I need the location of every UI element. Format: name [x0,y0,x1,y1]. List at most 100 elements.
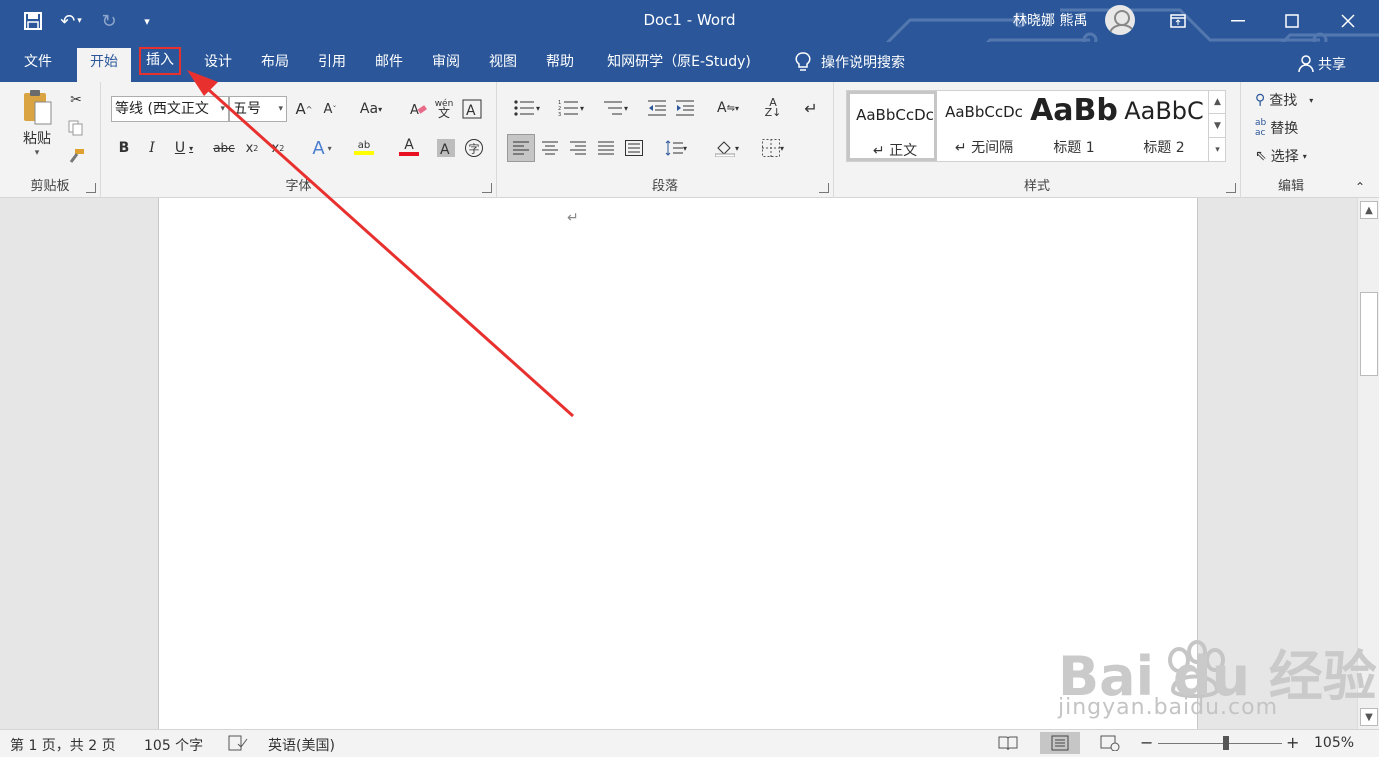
tab-layout[interactable]: 布局 [251,48,299,82]
superscript-icon[interactable]: x2 [267,136,289,160]
tab-home[interactable]: 开始 [77,48,131,82]
zoom-in-icon[interactable]: + [1286,733,1299,752]
gallery-down-icon[interactable]: ▼ [1209,114,1226,138]
style-no-spacing-sample: AaBbCcDc [945,103,1023,121]
tell-me-search[interactable]: 操作说明搜索 [795,52,905,72]
tab-estudy[interactable]: 知网研学（原E-Study) [594,48,764,82]
distributed-icon[interactable] [621,134,647,162]
phonetic-guide-icon[interactable]: wén 文 [433,97,455,121]
show-formatting-marks-icon[interactable]: ↵ [799,96,823,120]
highlight-icon[interactable]: ab [345,134,383,160]
change-case-icon[interactable]: Aa ▾ [355,97,387,121]
multilevel-list-icon[interactable]: ▾ [595,96,635,120]
shrink-font-icon[interactable]: Aˇ [319,97,341,121]
style-no-spacing[interactable]: AaBbCcDc ↵ 无间隔 [939,91,1029,161]
font-size-combo[interactable]: 五号 ▾ [229,96,287,122]
align-right-icon[interactable] [565,134,591,162]
numbering-icon[interactable]: 1 2 3 ▾ [551,96,591,120]
styles-launcher-icon[interactable] [1226,183,1236,193]
style-heading-1[interactable]: AaBb 标题 1 [1029,91,1119,161]
scroll-up-icon[interactable]: ▲ [1360,201,1378,219]
scroll-down-icon[interactable]: ▼ [1360,708,1378,726]
minimize-icon[interactable] [1212,0,1264,42]
sort-icon[interactable]: A Z↓ [761,96,785,120]
italic-icon[interactable]: I [141,136,163,160]
avatar[interactable] [1105,5,1135,35]
language[interactable]: 英语(美国) [268,735,335,755]
clipboard-launcher-icon[interactable] [86,183,96,193]
editing-group-label: 编辑 [1277,179,1304,194]
line-spacing-icon[interactable]: ▾ [657,134,695,162]
format-painter-icon[interactable] [64,144,88,168]
chinese-layout-icon[interactable]: A ⇋ ▾ [709,96,747,120]
tab-design[interactable]: 设计 [194,48,242,82]
align-left-icon[interactable] [507,134,535,162]
character-shading-icon[interactable]: A [435,136,457,160]
word-count[interactable]: 105 个字 [144,735,203,755]
paragraph-launcher-icon[interactable] [819,183,829,193]
ribbon: 粘贴 ▾ ✂ 剪贴板 等线 (西文正文 ▾ 五号 ▾ A ^ Aˇ Aa ▾ A wén… [0,82,1379,198]
tab-help[interactable]: 帮助 [536,48,584,82]
style-normal[interactable]: AaBbCcDc ↵ 正文 [847,91,937,161]
select-button[interactable]: ⇖ 选择 ▾ [1255,144,1335,168]
bullets-icon[interactable]: ▾ [507,96,547,120]
justify-icon[interactable] [593,134,619,162]
enclose-characters-icon[interactable]: 字 [463,136,485,160]
gallery-more-icon[interactable]: ▾ [1209,138,1226,162]
bold-icon[interactable]: B [113,136,135,160]
read-mode-icon[interactable] [998,735,1018,755]
page-count[interactable]: 第 1 页，共 2 页 [10,735,116,755]
align-center-icon[interactable] [537,134,563,162]
font-color-icon[interactable]: A [391,134,427,160]
print-layout-icon[interactable] [1040,732,1080,754]
style-normal-sample: AaBbCcDc [856,106,934,124]
tab-review[interactable]: 审阅 [422,48,470,82]
font-name-combo[interactable]: 等线 (西文正文 ▾ [111,96,229,122]
user-name[interactable]: 林晓娜 熊禹 [1013,10,1087,30]
font-launcher-icon[interactable] [482,183,492,193]
cut-icon[interactable]: ✂ [64,88,88,112]
increase-indent-icon[interactable] [673,96,697,120]
redo-icon[interactable]: ↻ [96,8,122,34]
ribbon-display-options-icon[interactable] [1152,0,1204,42]
zoom-out-icon[interactable]: − [1140,733,1153,752]
collapse-ribbon-icon[interactable]: ⌃ [1352,180,1368,194]
tab-references[interactable]: 引用 [308,48,356,82]
zoom-slider[interactable] [1158,736,1282,750]
document-page[interactable]: ↵ [158,198,1198,729]
subscript-icon[interactable]: x2 [241,136,263,160]
replace-button[interactable]: ab ac 替换 [1255,116,1335,140]
zoom-slider-thumb[interactable] [1223,736,1230,750]
grow-font-icon[interactable]: A ^ [293,97,315,121]
text-effects-icon[interactable]: A ▾ [305,136,339,160]
decrease-indent-icon[interactable] [645,96,669,120]
copy-icon[interactable] [64,116,88,140]
shading-icon[interactable]: ▾ [707,134,747,162]
proofing-icon[interactable] [228,735,248,755]
scroll-thumb[interactable] [1360,292,1378,376]
strikethrough-icon[interactable]: abc [211,136,237,160]
close-icon[interactable] [1322,0,1374,42]
paste-button[interactable]: 粘贴 ▾ [14,88,60,164]
find-button[interactable]: ⚲ 查找 ▾ [1255,88,1335,112]
tell-me-label: 操作说明搜索 [821,55,905,71]
style-heading-2[interactable]: AaBbC 标题 2 [1119,91,1209,161]
font-group-label: 字体 [285,179,312,194]
tab-mailings[interactable]: 邮件 [365,48,413,82]
save-icon[interactable] [20,8,46,34]
clear-formatting-icon[interactable]: A [407,97,429,121]
customize-qat-icon[interactable]: ▾ [134,8,160,34]
maximize-icon[interactable] [1266,0,1318,42]
web-layout-icon[interactable] [1100,735,1120,755]
character-border-icon[interactable]: A [461,97,483,121]
vertical-scrollbar[interactable]: ▲ ▼ [1357,198,1379,729]
share-button[interactable]: 共享 [1298,54,1346,74]
tab-view[interactable]: 视图 [479,48,527,82]
tab-file[interactable]: 文件 [14,48,62,82]
tab-insert[interactable]: 插入 [139,47,181,75]
undo-icon[interactable]: ↶ ▾ [58,8,84,34]
gallery-up-icon[interactable]: ▲ [1209,90,1226,114]
borders-icon[interactable]: ▾ [753,134,793,162]
underline-icon[interactable]: U ▾ [169,136,199,160]
zoom-level[interactable]: 105% [1314,735,1354,751]
